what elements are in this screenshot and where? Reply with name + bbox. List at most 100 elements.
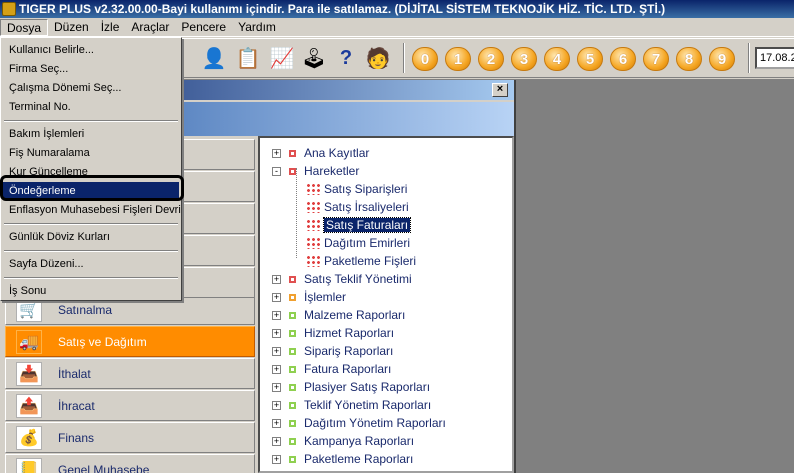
expand-icon[interactable]: + bbox=[272, 292, 281, 302]
leaf-node-icon bbox=[306, 255, 320, 267]
menu-2[interactable]: Düzen bbox=[48, 19, 95, 36]
tree-node[interactable]: + Fatura Raporları bbox=[272, 360, 391, 378]
module-export[interactable]: 📤 İhracat bbox=[5, 390, 255, 421]
folder-node-icon bbox=[289, 365, 296, 373]
export-icon: 📤 bbox=[16, 393, 42, 418]
collapse-icon[interactable]: - bbox=[272, 166, 281, 176]
dosya-menu-item[interactable]: Fiş Numaralama bbox=[3, 144, 179, 162]
folder-node-icon bbox=[289, 383, 296, 391]
tree-node[interactable]: + Hizmet Raporları bbox=[272, 324, 394, 342]
tree-node-label: Plasiyer Satış Raporları bbox=[304, 380, 431, 394]
tree-connector-line bbox=[296, 168, 297, 258]
close-icon[interactable]: × bbox=[492, 83, 508, 97]
number-button-2[interactable]: 2 bbox=[478, 47, 504, 71]
dosya-menu-item[interactable]: Sayfa Düzeni... bbox=[3, 255, 179, 273]
tree-node[interactable]: Satış Siparişleri bbox=[306, 180, 407, 198]
expand-icon[interactable]: + bbox=[272, 382, 281, 392]
menu-separator bbox=[4, 277, 178, 279]
tree-node[interactable]: + Kampanya Raporları bbox=[272, 432, 414, 450]
tree-node-label: Satış Siparişleri bbox=[324, 182, 408, 196]
expand-icon[interactable]: + bbox=[272, 436, 281, 446]
tree-node-label: Ana Kayıtlar bbox=[304, 146, 370, 160]
expand-icon[interactable]: + bbox=[272, 364, 281, 374]
menu-separator bbox=[4, 223, 178, 225]
menu-3[interactable]: İzle bbox=[95, 19, 126, 36]
user-desk-icon[interactable]: 👤 bbox=[200, 44, 228, 72]
number-button-7[interactable]: 7 bbox=[643, 47, 669, 71]
number-button-3[interactable]: 3 bbox=[511, 47, 537, 71]
help-icon[interactable]: ? bbox=[332, 44, 360, 72]
expand-icon[interactable]: + bbox=[272, 328, 281, 338]
dosya-menu-item[interactable]: Bakım İşlemleri bbox=[3, 125, 179, 143]
leaf-node-icon bbox=[306, 183, 320, 195]
folder-node-icon bbox=[289, 347, 296, 355]
tree-node[interactable]: Satış Faturaları bbox=[306, 216, 412, 234]
number-button-6[interactable]: 6 bbox=[610, 47, 636, 71]
folder-node-icon bbox=[289, 149, 296, 157]
module-truck[interactable]: 🚚 Satış ve Dağıtım bbox=[5, 326, 255, 357]
dosya-menu-item[interactable]: Firma Seç... bbox=[3, 60, 179, 78]
leaf-node-icon bbox=[306, 219, 320, 231]
expand-icon[interactable]: + bbox=[272, 148, 281, 158]
expand-icon[interactable]: + bbox=[272, 418, 281, 428]
chart-icon[interactable]: 📈 bbox=[268, 44, 296, 72]
dosya-menu-item[interactable]: Kullanıcı Belirle... bbox=[3, 41, 179, 59]
tree-node[interactable]: + Dağıtım Yönetim Raporları bbox=[272, 414, 446, 432]
tree-node[interactable]: Dağıtım Emirleri bbox=[306, 234, 410, 252]
module-import[interactable]: 📥 İthalat bbox=[5, 358, 255, 389]
tree-node[interactable]: Paketleme Fişleri bbox=[306, 252, 416, 270]
module-label: Satınalma bbox=[58, 302, 113, 317]
tree-node[interactable]: + Plasiyer Satış Raporları bbox=[272, 378, 430, 396]
number-button-5[interactable]: 5 bbox=[577, 47, 603, 71]
menu-1[interactable]: Dosya bbox=[0, 18, 49, 36]
dosya-menu-item[interactable]: Terminal No. bbox=[3, 98, 179, 116]
dosya-menu-dropdown: Kullanıcı Belirle... Firma Seç... Çalışma … bbox=[0, 37, 182, 301]
tree-node[interactable]: + Ana Kayıtlar bbox=[272, 144, 369, 162]
folder-node-icon bbox=[289, 311, 296, 319]
date-field[interactable]: 17.08.2 bbox=[755, 47, 794, 69]
tree-node[interactable]: + Teklif Yönetim Raporları bbox=[272, 396, 431, 414]
menu-5[interactable]: Pencere bbox=[175, 19, 232, 36]
expand-icon[interactable]: + bbox=[272, 274, 281, 284]
module-ledger[interactable]: 📒 Genel Muhasebe bbox=[5, 454, 255, 473]
leaf-node-icon bbox=[306, 201, 320, 213]
tree-node[interactable]: + Malzeme Raporları bbox=[272, 306, 405, 324]
module-label: Satış ve Dağıtım bbox=[58, 334, 147, 349]
menu-6[interactable]: Yardım bbox=[232, 19, 282, 36]
tree-node-label: İşlemler bbox=[304, 290, 347, 304]
module-label: Finans bbox=[58, 430, 95, 445]
document-star-icon[interactable]: 📋 bbox=[234, 44, 262, 72]
tree-node[interactable]: Satış İrsaliyeleri bbox=[306, 198, 409, 216]
tree-node-label: Fatura Raporları bbox=[304, 362, 392, 376]
dosya-menu-item[interactable]: Günlük Döviz Kurları bbox=[3, 228, 179, 246]
tree-node-label: Hizmet Raporları bbox=[304, 326, 395, 340]
tree-node[interactable]: + Satış Teklif Yönetimi bbox=[272, 270, 412, 288]
highlight-annotation-ring bbox=[0, 175, 184, 201]
dosya-menu-item[interactable]: Çalışma Dönemi Seç... bbox=[3, 79, 179, 97]
dosya-menu-item[interactable]: Enflasyon Muhasebesi Fişleri Devri bbox=[3, 201, 181, 219]
tree-node-label: Hareketler bbox=[304, 164, 360, 178]
number-button-9[interactable]: 9 bbox=[709, 47, 735, 71]
tiger-plus-app: TIGER PLUS v2.32.00.00-Bayi kullanımı iç… bbox=[0, 0, 794, 473]
title-bar: TIGER PLUS v2.32.00.00-Bayi kullanımı iç… bbox=[0, 0, 794, 18]
tree-node-label: Kampanya Raporları bbox=[304, 434, 415, 448]
module-coins[interactable]: 💰 Finans bbox=[5, 422, 255, 453]
tree-node[interactable]: + İşlemler bbox=[272, 288, 346, 306]
number-button-8[interactable]: 8 bbox=[676, 47, 702, 71]
expand-icon[interactable]: + bbox=[272, 400, 281, 410]
tree-node[interactable]: + Paketleme Raporları bbox=[272, 450, 413, 468]
toolbar-separator bbox=[748, 43, 750, 73]
user-folder-icon[interactable]: 🧑 bbox=[364, 44, 392, 72]
expand-icon[interactable]: + bbox=[272, 310, 281, 320]
expand-icon[interactable]: + bbox=[272, 346, 281, 356]
dosya-menu-item[interactable]: İş Sonu bbox=[3, 282, 179, 300]
joystick-icon[interactable]: 🕹 bbox=[300, 44, 328, 72]
menu-4[interactable]: Araçlar bbox=[125, 19, 175, 36]
tree-node[interactable]: + Sipariş Raporları bbox=[272, 342, 393, 360]
expand-icon[interactable]: + bbox=[272, 454, 281, 464]
number-button-4[interactable]: 4 bbox=[544, 47, 570, 71]
number-button-0[interactable]: 0 bbox=[412, 47, 438, 71]
number-button-1[interactable]: 1 bbox=[445, 47, 471, 71]
folder-node-icon bbox=[289, 329, 296, 337]
tree-node[interactable]: - Hareketler bbox=[272, 162, 359, 180]
